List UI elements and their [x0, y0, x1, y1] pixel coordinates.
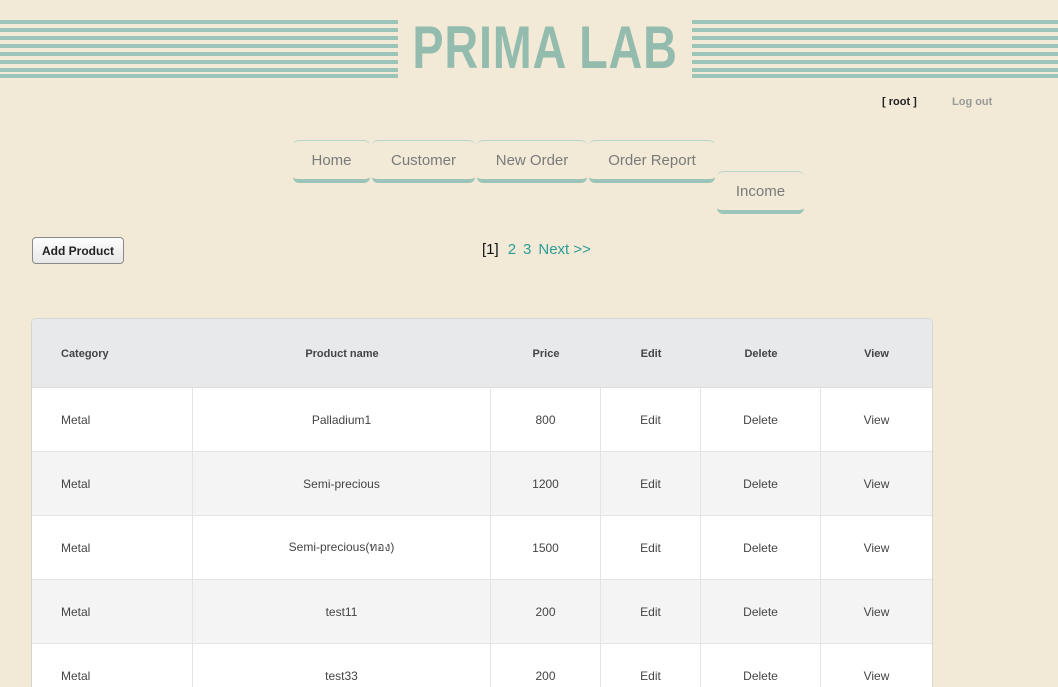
page-link-2[interactable]: 2	[508, 241, 516, 258]
delete-link[interactable]: Delete	[701, 452, 821, 515]
header-banner: PRIMA LAB	[0, 18, 1058, 78]
cell-product-name: Semi-precious	[193, 452, 491, 515]
delete-link[interactable]: Delete	[701, 644, 821, 687]
products-table: Category Product name Price Edit Delete …	[31, 318, 933, 687]
table-row: Metal Palladium1 800 Edit Delete View	[32, 388, 932, 452]
nav-order-report[interactable]: Order Report	[589, 140, 715, 183]
next-page-link[interactable]: Next >>	[538, 241, 591, 258]
cell-category: Metal	[32, 516, 193, 579]
view-link[interactable]: View	[821, 388, 932, 451]
nav-home[interactable]: Home	[293, 140, 370, 183]
logout-link[interactable]: Log out	[952, 96, 992, 108]
table-row: Metal test33 200 Edit Delete View	[32, 644, 932, 687]
table-row: Metal test11 200 Edit Delete View	[32, 580, 932, 644]
cell-product-name: test11	[193, 580, 491, 643]
current-user: [ root ]	[882, 96, 917, 108]
cell-price: 200	[491, 644, 601, 687]
cell-category: Metal	[32, 452, 193, 515]
cell-price: 1500	[491, 516, 601, 579]
table-row: Metal Semi-precious(ทอง) 1500 Edit Delet…	[32, 516, 932, 580]
view-link[interactable]: View	[821, 580, 932, 643]
cell-product-name: Semi-precious(ทอง)	[193, 516, 491, 579]
edit-link[interactable]: Edit	[601, 516, 701, 579]
nav-customer[interactable]: Customer	[372, 140, 475, 183]
column-header-view: View	[864, 347, 889, 360]
column-header-product-name: Product name	[305, 347, 379, 360]
cell-category: Metal	[32, 580, 193, 643]
table-row: Metal Semi-precious 1200 Edit Delete Vie…	[32, 452, 932, 516]
site-logo[interactable]: PRIMA LAB	[398, 18, 692, 78]
edit-link[interactable]: Edit	[601, 580, 701, 643]
current-page: [1]	[482, 241, 499, 258]
pagination: [1] 2 3 Next >>	[482, 241, 598, 258]
cell-price: 800	[491, 388, 601, 451]
view-link[interactable]: View	[821, 644, 932, 687]
delete-link[interactable]: Delete	[701, 388, 821, 451]
nav-income[interactable]: Income	[717, 171, 804, 214]
edit-link[interactable]: Edit	[601, 452, 701, 515]
table-header: Category Product name Price Edit Delete …	[32, 319, 932, 388]
cell-product-name: test33	[193, 644, 491, 687]
column-header-delete: Delete	[744, 347, 778, 360]
cell-product-name: Palladium1	[193, 388, 491, 451]
page-link-3[interactable]: 3	[523, 241, 531, 258]
edit-link[interactable]: Edit	[601, 644, 701, 687]
column-header-category: Category	[61, 347, 109, 360]
column-header-price: Price	[532, 347, 560, 360]
delete-link[interactable]: Delete	[701, 516, 821, 579]
edit-link[interactable]: Edit	[601, 388, 701, 451]
cell-category: Metal	[32, 644, 193, 687]
cell-price: 1200	[491, 452, 601, 515]
logo-text: PRIMA LAB	[412, 14, 678, 81]
cell-category: Metal	[32, 388, 193, 451]
column-header-edit: Edit	[640, 347, 662, 360]
delete-link[interactable]: Delete	[701, 580, 821, 643]
add-product-button[interactable]: Add Product	[32, 237, 124, 264]
cell-price: 200	[491, 580, 601, 643]
view-link[interactable]: View	[821, 516, 932, 579]
nav-new-order[interactable]: New Order	[477, 140, 587, 183]
view-link[interactable]: View	[821, 452, 932, 515]
